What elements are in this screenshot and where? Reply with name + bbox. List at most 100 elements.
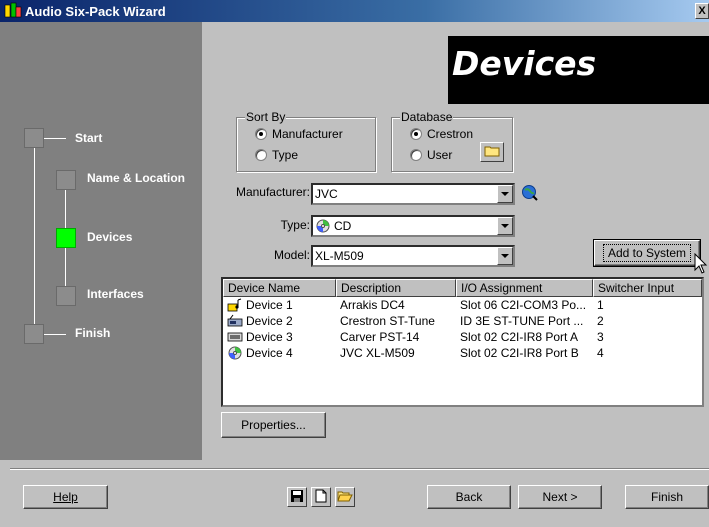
model-select[interactable]: XL-M509 <box>311 245 515 267</box>
audio-device-icon <box>227 298 243 312</box>
new-document-icon <box>315 489 327 506</box>
database-user-radio[interactable]: User <box>410 148 452 162</box>
open-folder-icon <box>337 489 353 506</box>
chevron-down-icon <box>497 217 513 235</box>
model-label: Model: <box>273 248 310 262</box>
properties-label: Properties... <box>241 418 306 432</box>
add-to-system-button[interactable]: Add to System <box>593 239 701 267</box>
step-finish-marker <box>24 324 44 344</box>
table-row[interactable]: Device 1 Arrakis DC4 Slot 06 C2I-COM3 Po… <box>223 297 702 313</box>
device-list[interactable]: Device Name Description I/O Assignment S… <box>221 277 704 407</box>
cd-icon <box>315 219 331 233</box>
back-button[interactable]: Back <box>427 485 511 509</box>
radio-checked-icon <box>255 128 267 140</box>
open-button[interactable] <box>335 487 355 507</box>
globe-icon <box>521 185 539 205</box>
device-name: Device 4 <box>246 346 293 360</box>
type-value: CD <box>334 219 352 233</box>
device-description: Carver PST-14 <box>340 330 420 344</box>
device-description: Arrakis DC4 <box>340 298 405 312</box>
save-icon <box>290 489 304 506</box>
sort-by-legend: Sort By <box>245 110 287 124</box>
device-name: Device 2 <box>246 314 293 328</box>
device-switcher-input: 2 <box>597 314 604 328</box>
column-io-assignment[interactable]: I/O Assignment <box>456 279 593 297</box>
nav-connector <box>44 334 66 335</box>
sort-by-group: Sort By Manufacturer Type <box>236 110 376 172</box>
mouse-cursor-icon <box>694 252 708 278</box>
device-io: Slot 02 C2I-IR8 Port A <box>460 330 579 344</box>
radio-unchecked-icon <box>255 149 267 161</box>
close-button[interactable]: X <box>695 3 709 19</box>
step-start-marker <box>24 128 44 148</box>
add-to-system-label: Add to System <box>602 244 692 262</box>
table-row[interactable]: Device 2 Crestron ST-Tune ID 3E ST-TUNE … <box>223 313 702 329</box>
properties-button[interactable]: Properties... <box>221 412 326 438</box>
database-crestron-radio[interactable]: Crestron <box>410 127 473 141</box>
column-switcher-input[interactable]: Switcher Input <box>593 279 702 297</box>
cd-icon <box>227 346 243 360</box>
step-name-location-marker <box>56 170 76 190</box>
finish-label: Finish <box>650 490 683 504</box>
manufacturer-select[interactable]: JVC <box>311 183 515 205</box>
web-lookup-button[interactable] <box>521 184 539 205</box>
back-label: Back <box>455 490 483 504</box>
database-crestron-label: Crestron <box>427 127 474 141</box>
database-legend: Database <box>400 110 454 124</box>
device-name: Device 1 <box>246 298 293 312</box>
device-list-header: Device Name Description I/O Assignment S… <box>223 279 702 297</box>
page-title: Devices <box>448 36 709 104</box>
step-devices-marker <box>56 228 76 248</box>
step-interfaces-marker <box>56 286 76 306</box>
app-icon <box>4 2 22 20</box>
sort-type-label: Type <box>272 148 299 162</box>
device-switcher-input: 1 <box>597 298 604 312</box>
column-description[interactable]: Description <box>336 279 456 297</box>
manufacturer-label: Manufacturer: <box>235 185 310 199</box>
sort-manufacturer-radio[interactable]: Manufacturer <box>255 127 343 141</box>
column-device-name[interactable]: Device Name <box>223 279 336 297</box>
ir-device-icon <box>227 330 243 344</box>
sort-type-radio[interactable]: Type <box>255 148 298 162</box>
chevron-down-icon <box>497 185 513 203</box>
step-devices[interactable]: Devices <box>87 230 132 244</box>
device-io: ID 3E ST-TUNE Port ... <box>460 314 584 328</box>
sort-manufacturer-label: Manufacturer <box>272 127 343 141</box>
type-select[interactable]: CD <box>311 215 515 237</box>
folder-icon <box>484 145 500 160</box>
device-description: JVC XL-M509 <box>340 346 415 360</box>
step-interfaces[interactable]: Interfaces <box>87 287 144 301</box>
next-label: Next > <box>542 490 578 504</box>
step-start[interactable]: Start <box>75 131 102 145</box>
device-description: Crestron ST-Tune <box>340 314 435 328</box>
nav-connector <box>44 138 66 139</box>
device-name: Device 3 <box>246 330 293 344</box>
database-user-label: User <box>427 148 453 162</box>
device-switcher-input: 4 <box>597 346 604 360</box>
device-io: Slot 06 C2I-COM3 Po... <box>460 298 587 312</box>
help-button[interactable]: Help <box>23 485 108 509</box>
radio-unchecked-icon <box>410 149 422 161</box>
database-group: Database Crestron User <box>391 110 513 172</box>
type-label: Type: <box>280 218 310 232</box>
model-value: XL-M509 <box>315 249 364 263</box>
table-row[interactable]: Device 4 JVC XL-M509 Slot 02 C2I-IR8 Por… <box>223 345 702 361</box>
device-io: Slot 02 C2I-IR8 Port B <box>460 346 579 360</box>
device-switcher-input: 3 <box>597 330 604 344</box>
footer-divider <box>10 468 709 470</box>
title-bar: Audio Six-Pack Wizard X <box>0 0 709 22</box>
new-button[interactable] <box>311 487 331 507</box>
table-row[interactable]: Device 3 Carver PST-14 Slot 02 C2I-IR8 P… <box>223 329 702 345</box>
save-button[interactable] <box>287 487 307 507</box>
manufacturer-value: JVC <box>315 187 338 201</box>
nav-trunk-line <box>34 138 35 334</box>
finish-button[interactable]: Finish <box>625 485 709 509</box>
step-finish[interactable]: Finish <box>75 326 110 340</box>
chevron-down-icon <box>497 247 513 265</box>
radio-checked-icon <box>410 128 422 140</box>
help-label: Help <box>53 490 78 504</box>
browse-folder-button[interactable] <box>480 142 504 162</box>
next-button[interactable]: Next > <box>518 485 602 509</box>
tuner-icon <box>227 314 243 328</box>
step-name-location[interactable]: Name & Location <box>87 171 185 185</box>
